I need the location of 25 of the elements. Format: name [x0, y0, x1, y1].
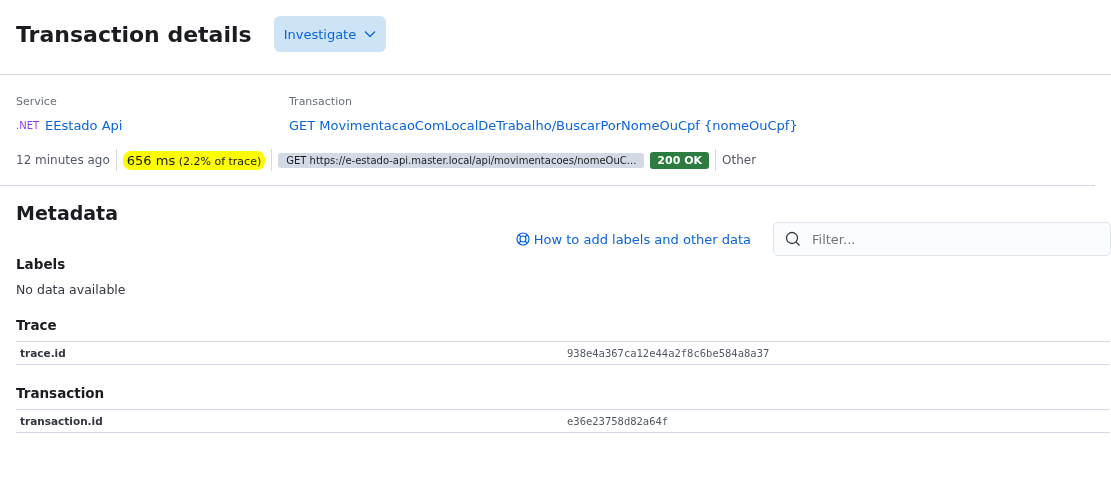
- timestamp: 12 minutes ago: [16, 153, 110, 167]
- type-text: Other: [722, 153, 757, 167]
- url-badge: GET https://e-estado-api.master.local/api/movimentacoes/nomeOuC...: [278, 152, 645, 168]
- service-label: Service: [16, 95, 58, 108]
- key-cell-text: trace.id: [19, 347, 67, 359]
- empty-text: No data available: [16, 282, 127, 297]
- group-title: Labels: [16, 256, 67, 272]
- service-link[interactable]: EEstado Api: [45, 118, 123, 133]
- status-badge: 200 OK: [650, 151, 710, 169]
- group-title: Trace: [16, 317, 58, 333]
- transaction-link[interactable]: GET MovimentacaoComLocalDeTrabalho/BuscarPorNomeOuCpf {nomeOuCpf}: [289, 118, 798, 133]
- duration-text: 656 ms (2.2% of trace): [122, 150, 266, 170]
- investigate-button[interactable]: Investigate: [273, 16, 387, 52]
- group-title: Transaction: [16, 385, 106, 401]
- section-title: Metadata: [16, 202, 120, 224]
- transaction-label: Transaction: [289, 95, 353, 108]
- key-cell-text: transaction.id: [19, 415, 104, 427]
- help-link[interactable]: How to add labels and other data: [515, 231, 751, 247]
- agent-label: .NET: [16, 120, 40, 131]
- page-title: Transaction details: [16, 21, 252, 47]
- value-cell: 938e4a367ca12e44a2f8c6be584a8a37: [567, 347, 770, 359]
- filter-field[interactable]: Filter...: [773, 222, 1111, 256]
- value-cell: e36e23758d82a64f: [567, 415, 669, 427]
- lifebuoy-icon: [515, 232, 530, 246]
- chevron-down-icon: [364, 30, 377, 38]
